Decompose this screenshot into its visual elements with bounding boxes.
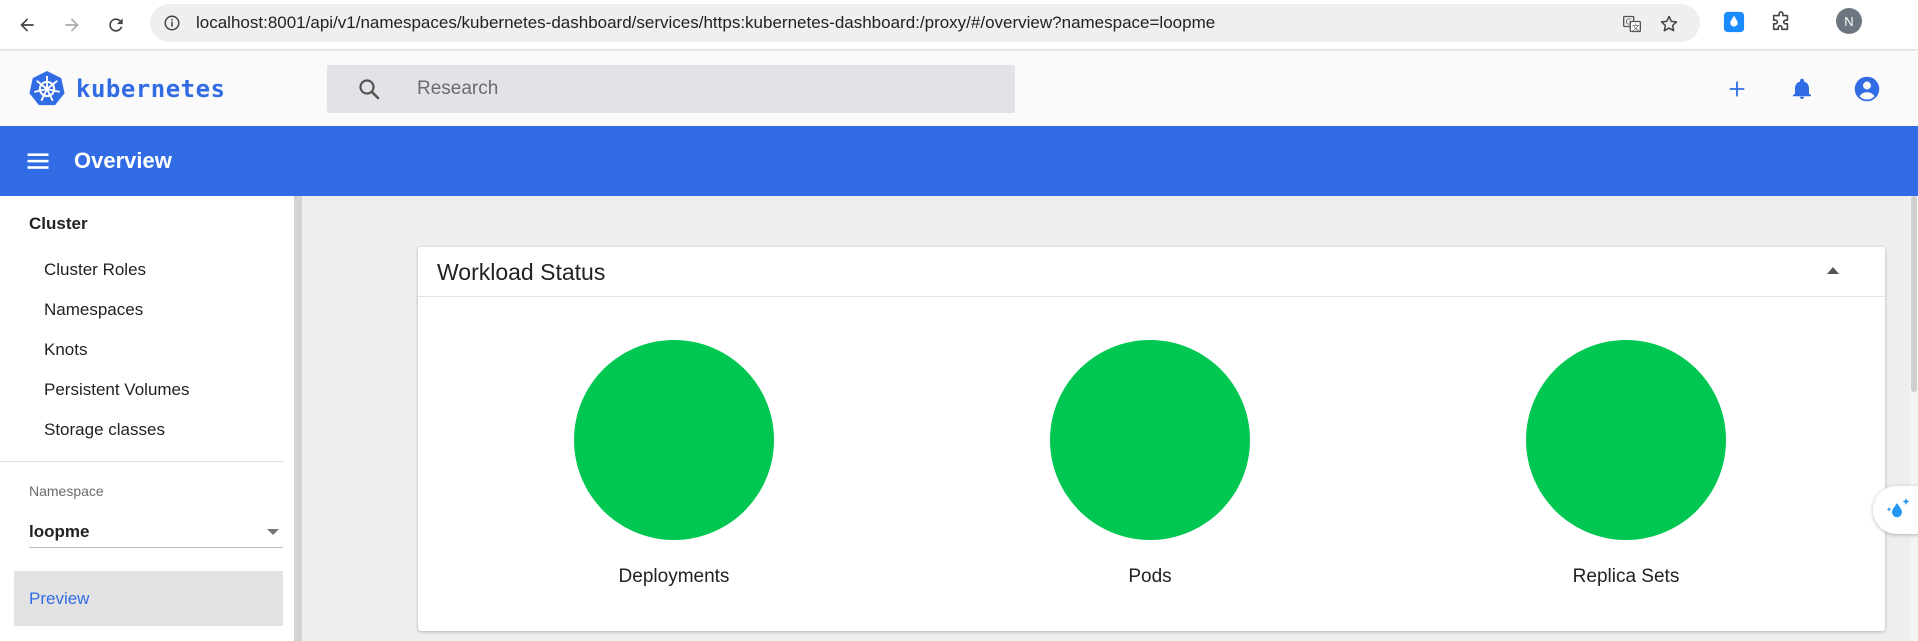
kubernetes-wheel-icon <box>29 70 65 106</box>
sidebar-item-persistent-volumes[interactable]: Persistent Volumes <box>44 380 190 400</box>
reload-icon <box>109 18 123 32</box>
search-icon <box>359 79 380 100</box>
site-info-icon[interactable] <box>162 13 182 33</box>
svg-text:文: 文 <box>1632 22 1640 32</box>
status-deployments[interactable]: Deployments <box>574 340 774 588</box>
extensions-puzzle-icon[interactable] <box>1769 10 1793 34</box>
sidebar-section-cluster[interactable]: Cluster <box>29 214 88 234</box>
page-scrollbar-thumb[interactable] <box>1911 196 1917 392</box>
sidebar-item-cluster-roles[interactable]: Cluster Roles <box>44 260 146 280</box>
arrow-left-icon <box>20 18 34 32</box>
logo-text: kubernetes <box>76 75 226 103</box>
account-circle-icon <box>1854 76 1880 102</box>
sidebar-item-knots[interactable]: Knots <box>44 340 87 360</box>
card-title: Workload Status <box>437 259 606 285</box>
arrow-right-icon <box>65 18 79 32</box>
url-text[interactable]: localhost:8001/api/v1/namespaces/kuberne… <box>196 4 1215 42</box>
sidebar-item-storage-classes[interactable]: Storage classes <box>44 420 165 440</box>
translate-icon[interactable]: G文 <box>1621 13 1643 35</box>
namespace-select[interactable]: loopme <box>29 514 283 548</box>
status-circle <box>1050 340 1250 540</box>
status-label: Pods <box>1128 566 1172 587</box>
kubernetes-logo[interactable]: kubernetes <box>28 70 226 108</box>
status-label: Replica Sets <box>1572 566 1680 587</box>
search-input[interactable] <box>417 65 977 113</box>
floating-assistant-button[interactable] <box>1873 486 1918 534</box>
star-icon[interactable] <box>1658 13 1680 35</box>
status-replica-sets[interactable]: Replica Sets <box>1526 340 1726 588</box>
collapse-arrow-icon[interactable] <box>1827 267 1839 274</box>
back-button[interactable] <box>10 8 44 42</box>
status-circle <box>574 340 774 540</box>
card-header: Workload Status <box>418 247 1885 297</box>
status-label: Deployments <box>618 566 730 587</box>
plus-icon <box>1729 81 1745 97</box>
create-button[interactable] <box>1722 74 1752 104</box>
notifications-button[interactable] <box>1787 74 1817 104</box>
sidebar-item-namespaces[interactable]: Namespaces <box>44 300 143 320</box>
page-title: Overview <box>74 148 172 173</box>
page-toolbar: Overview <box>0 126 1918 196</box>
namespace-value: loopme <box>29 522 90 541</box>
preview-label: Preview <box>29 589 90 608</box>
bell-icon <box>1793 78 1811 99</box>
browser-toolbar: localhost:8001/api/v1/namespaces/kuberne… <box>0 0 1918 50</box>
sidebar-scrollbar[interactable] <box>294 196 302 641</box>
reload-button[interactable] <box>99 8 133 42</box>
sidebar-divider <box>0 461 284 462</box>
workload-status-card: Workload Status Deployments Pods Replica… <box>418 247 1885 631</box>
sparkle-drop-icon <box>1886 498 1910 518</box>
search-box[interactable] <box>327 65 1015 113</box>
profile-avatar[interactable]: N <box>1836 8 1862 34</box>
namespace-label: Namespace <box>29 483 104 499</box>
dropdown-arrow-icon <box>267 529 279 535</box>
address-bar[interactable]: localhost:8001/api/v1/namespaces/kuberne… <box>150 4 1700 42</box>
extension-drop-icon[interactable] <box>1722 10 1746 34</box>
account-button[interactable] <box>1852 74 1882 104</box>
preview-item[interactable]: Preview <box>14 571 283 626</box>
status-circle <box>1526 340 1726 540</box>
status-pods[interactable]: Pods <box>1050 340 1250 588</box>
app-header: kubernetes <box>0 51 1918 126</box>
menu-icon[interactable] <box>24 147 52 175</box>
forward-button[interactable] <box>55 8 89 42</box>
